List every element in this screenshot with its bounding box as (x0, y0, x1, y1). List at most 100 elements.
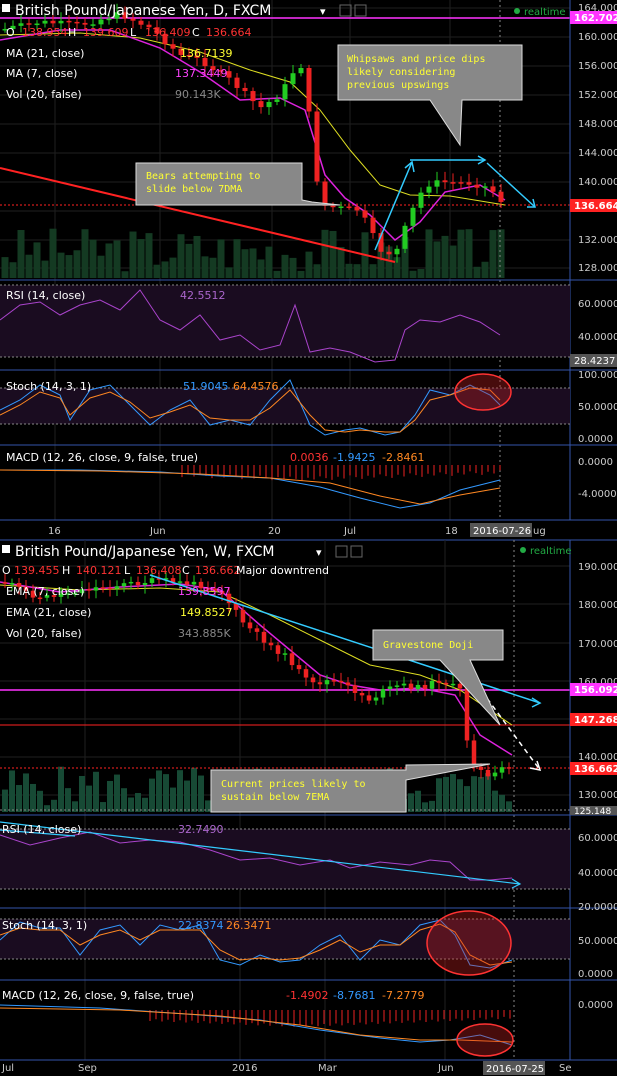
volume-bar (23, 773, 29, 812)
collapse-icon[interactable] (2, 545, 10, 553)
candle-body (242, 87, 248, 92)
candle-body (387, 686, 393, 690)
price-tag-resistance-label: 162.702 (574, 13, 617, 24)
volume-bar (2, 789, 8, 812)
ema7-value: 139.8597 (178, 585, 231, 598)
price-tag-level-weekly-label: 147.268 (574, 715, 617, 726)
chevron-down-icon[interactable]: ▾ (316, 546, 322, 559)
chart-canvas: Whipsaws and price dips likely consideri… (0, 0, 617, 1076)
svg-text:40.0000: 40.0000 (578, 332, 617, 343)
ema21-label: EMA (21, close) (6, 606, 91, 619)
price-tag-resistance-weekly-label: 156.092 (574, 685, 617, 696)
volume-bar (492, 790, 498, 812)
macd-v1-weekly: -1.4902 (286, 989, 328, 1002)
candle-body (82, 22, 88, 25)
volume-bar (249, 248, 257, 278)
svg-text:0.0000: 0.0000 (578, 1000, 613, 1011)
volume-bar (105, 243, 113, 278)
volume-bar (145, 233, 153, 278)
volume-bar (369, 264, 377, 278)
volume-bar (149, 778, 155, 812)
candle-body (314, 111, 320, 182)
svg-text:0.0000: 0.0000 (578, 457, 613, 468)
annotation-whipsaws-line3: previous upswings (347, 80, 449, 91)
ohlc-low-weekly: 136.408 (136, 564, 182, 577)
candle-body (373, 697, 379, 701)
volume-bar (79, 775, 85, 812)
macd-v2-weekly: -8.7681 (333, 989, 375, 1002)
svg-text:H: H (68, 26, 76, 39)
ohlc-high-weekly: 140.121 (76, 564, 122, 577)
candle-body (471, 740, 477, 767)
candle-body (401, 683, 407, 686)
macd-v3: -2.8461 (382, 451, 424, 464)
chevron-down-icon[interactable]: ▾ (320, 5, 326, 18)
svg-text:16: 16 (48, 526, 61, 537)
collapse-icon[interactable] (2, 4, 10, 12)
svg-text:Se: Se (559, 1063, 572, 1074)
svg-text:144.000: 144.000 (578, 148, 617, 159)
ohlc-open: 138.954 (22, 26, 68, 39)
svg-text:40.0000: 40.0000 (578, 868, 617, 879)
volume-bar (135, 793, 141, 812)
candle-body (135, 581, 141, 586)
svg-text:-4.0000: -4.0000 (578, 489, 617, 500)
vol-value-weekly: 343.885K (178, 627, 231, 640)
candle-body (338, 206, 344, 208)
svg-text:60.0000: 60.0000 (578, 833, 617, 844)
volume-bar (107, 780, 113, 812)
candle-body (149, 578, 155, 583)
candle-body (66, 20, 72, 23)
candle-body (306, 67, 312, 112)
candle-body (492, 772, 498, 777)
rsi-value-weekly: 32.7490 (178, 823, 224, 836)
vol-label-weekly: Vol (20, false) (6, 627, 82, 640)
candle-body (240, 609, 246, 623)
volume-bar (30, 783, 36, 812)
volume-bar (33, 242, 41, 278)
volume-bar (289, 257, 297, 278)
svg-text:190.000: 190.000 (578, 562, 617, 573)
volume-bar (185, 243, 193, 278)
annotation-current-line1: Current prices likely to (221, 779, 366, 790)
svg-text:170.000: 170.000 (578, 639, 617, 650)
svg-text:130.000: 130.000 (578, 790, 617, 801)
price-tag-last-weekly-label: 136.662 (574, 764, 617, 775)
vol-value: 90.143K (175, 88, 221, 101)
candle-body (303, 669, 309, 678)
volume-bar (161, 261, 169, 278)
date-tag-weekly-label: 2016-07-25 (486, 1064, 544, 1075)
stoch-k-value: 51.9045 (183, 380, 229, 393)
candle-body (170, 44, 176, 49)
volume-bar (305, 251, 313, 278)
candle-body (322, 181, 328, 206)
svg-text:140.000: 140.000 (578, 752, 617, 763)
ma7-label: MA (7, close) (6, 67, 77, 80)
volume-bar (89, 239, 97, 278)
volume-bar (471, 776, 477, 812)
ohlc-high: 139.609 (83, 26, 129, 39)
candle-body (422, 684, 428, 689)
candle-body (490, 186, 496, 192)
volume-bar (81, 229, 89, 278)
svg-text:Sep: Sep (78, 1063, 97, 1074)
volume-bar (353, 264, 361, 278)
realtime-label: realtime (524, 7, 566, 18)
candle-body (458, 182, 464, 184)
annotation-current-line2: sustain below 7EMA (221, 792, 329, 803)
candle-body (290, 73, 296, 85)
candle-body (345, 682, 351, 686)
candle-body (2, 582, 8, 584)
volume-bar (233, 239, 241, 278)
volume-bar (478, 776, 484, 812)
svg-text:2016: 2016 (232, 1063, 257, 1074)
svg-text:0.0000: 0.0000 (578, 969, 613, 980)
candle-body (317, 682, 323, 685)
volume-bar (441, 235, 449, 278)
candle-body (86, 589, 92, 591)
ohlc-low: 136.409 (145, 26, 191, 39)
svg-text:140.000: 140.000 (578, 177, 617, 188)
svg-text:50.0000: 50.0000 (578, 936, 617, 947)
macd-label-weekly: MACD (12, 26, close, 9, false, true) (2, 989, 194, 1002)
candle-body (386, 251, 392, 255)
